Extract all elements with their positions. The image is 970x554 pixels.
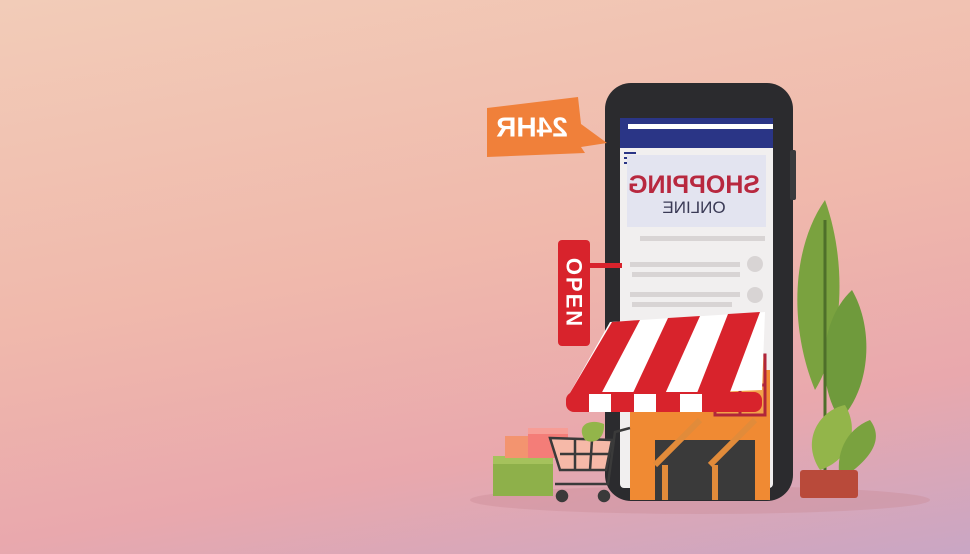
24hr-label: 24HR <box>496 112 568 143</box>
plant-small <box>800 405 876 498</box>
24hr-speech-bubble: 24HR <box>487 97 607 157</box>
screen-subtitle: ONLINE <box>662 198 725 217</box>
screen-title: SHOPPING <box>628 171 760 199</box>
awning <box>566 312 765 412</box>
screen-header-bar <box>620 118 773 148</box>
shopping-scene: SHOPPING ONLINE OPEN 24HR <box>470 83 930 514</box>
hero-illustration: SHOPPING ONLINE OPEN 24HR <box>0 0 970 554</box>
open-sign-text: OPEN <box>562 258 587 328</box>
